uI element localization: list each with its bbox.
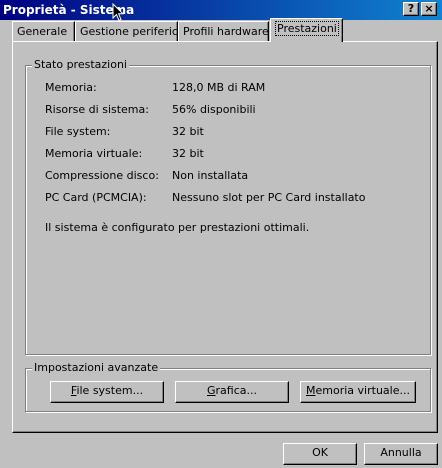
tab-label: Profili hardware — [183, 25, 269, 38]
tab-label: Gestione periferiche — [80, 25, 192, 38]
close-button[interactable]: × — [421, 2, 437, 16]
tab-profili-hardware[interactable]: Profili hardware — [178, 21, 269, 41]
disk-compression-value: Non installata — [172, 169, 249, 182]
help-icon: ? — [407, 2, 415, 15]
tab-label: Generale — [17, 25, 68, 38]
virtual-memory-button-mnemonic: M — [306, 384, 316, 397]
tab-gestione-periferiche[interactable]: Gestione periferiche — [75, 21, 192, 41]
advanced-settings-legend: Impostazioni avanzate — [32, 361, 161, 374]
status-group-legend: Stato prestazioni — [32, 58, 129, 71]
title-bar[interactable]: Proprietà - Sistema ? × — [0, 0, 442, 22]
status-message: Il sistema è configurato per prestazioni… — [45, 221, 310, 234]
graphics-button[interactable]: Grafica... — [175, 381, 289, 403]
virtual-memory-button[interactable]: Memoria virtuale... — [300, 381, 416, 403]
virtual-memory-value: 32 bit — [172, 147, 204, 160]
file-system-button[interactable]: File system... — [50, 381, 164, 403]
virtual-memory-button-label: emoria virtuale... — [315, 384, 410, 397]
cancel-button-label: Annulla — [380, 446, 422, 459]
tab-label: Prestazioni — [275, 21, 339, 36]
mouse-pointer-icon — [112, 3, 124, 22]
pc-card-value: Nessuno slot per PC Card installato — [172, 191, 366, 204]
cancel-button[interactable]: Annulla — [364, 443, 438, 465]
memory-label: Memoria: — [45, 81, 97, 94]
system-resources-label: Risorse di sistema: — [45, 103, 149, 116]
close-icon: × — [424, 2, 434, 15]
disk-compression-label: Compressione disco: — [45, 169, 159, 182]
advanced-settings-group: Impostazioni avanzate File system... Gra… — [25, 361, 431, 412]
file-system-value: 32 bit — [172, 125, 204, 138]
graphics-button-label: rafica... — [215, 384, 257, 397]
help-button[interactable]: ? — [403, 2, 419, 16]
status-group: Stato prestazioni Memoria: 128,0 MB di R… — [25, 58, 431, 355]
memory-value: 128,0 MB di RAM — [172, 81, 266, 94]
file-system-label: File system: — [45, 125, 111, 138]
graphics-button-mnemonic: G — [206, 384, 216, 397]
ok-button-label: OK — [312, 446, 328, 459]
system-resources-value: 56% disponibili — [172, 103, 256, 116]
virtual-memory-label: Memoria virtuale: — [45, 147, 143, 160]
tab-panel: Stato prestazioni Memoria: 128,0 MB di R… — [12, 41, 438, 433]
ok-button[interactable]: OK — [283, 443, 357, 465]
pc-card-label: PC Card (PCMCIA): — [45, 191, 147, 204]
tab-generale[interactable]: Generale — [12, 21, 75, 41]
file-system-button-label: ile system... — [76, 384, 144, 397]
tab-prestazioni[interactable]: Prestazioni — [270, 18, 343, 42]
